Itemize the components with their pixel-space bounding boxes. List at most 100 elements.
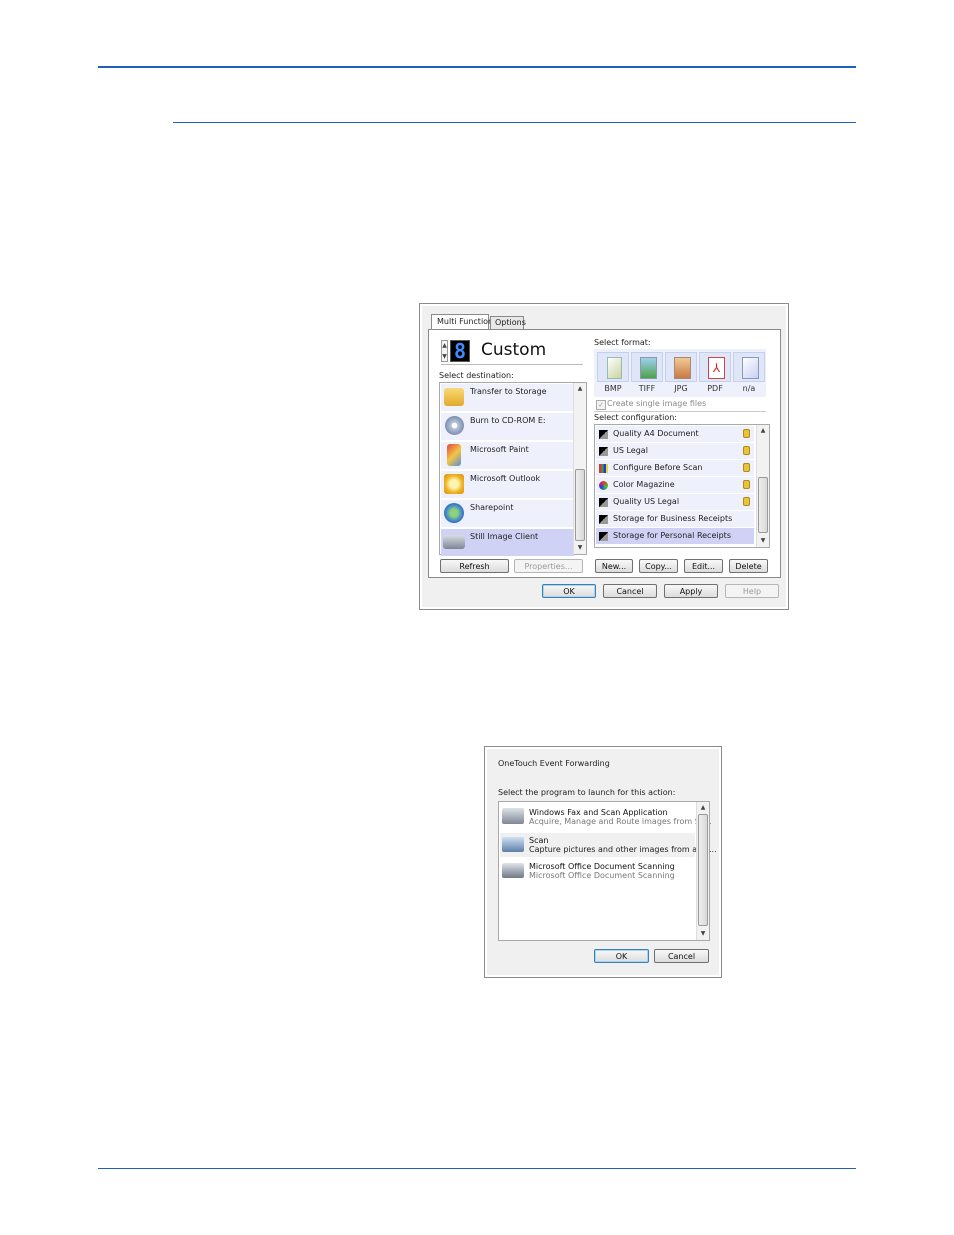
destination-item-selected[interactable]: Still Image Client (441, 529, 574, 557)
header-rule (98, 66, 856, 68)
program-desc: Microsoft Office Document Scanning (529, 871, 675, 880)
destination-label: Sharepoint (470, 503, 514, 512)
bmp-icon (607, 357, 622, 379)
program-item[interactable]: Windows Fax and Scan Application Acquire… (500, 804, 712, 830)
scroll-thumb[interactable] (575, 469, 585, 541)
paint-icon (447, 444, 461, 466)
tab-multi-function[interactable]: Multi Function (431, 314, 493, 329)
delete-button[interactable]: Delete (729, 559, 768, 573)
onetouch-properties-dialog: Multi Function Options ▲ ▼ 8 Custom Sele… (419, 303, 789, 610)
lock-icon (743, 446, 750, 455)
destination-item[interactable]: Burn to CD-ROM E: (441, 413, 574, 441)
new-button[interactable]: New... (595, 559, 633, 573)
tiff-icon (640, 357, 657, 379)
na-icon (742, 357, 759, 379)
office-scanner-icon (502, 863, 524, 878)
select-format-label: Select format: (594, 338, 651, 347)
profile-underline (441, 364, 583, 365)
configuration-item[interactable]: Storage for Business Receipts (596, 511, 754, 528)
scanner-icon (443, 535, 465, 549)
format-jpg-label: JPG (674, 384, 688, 393)
ok-button[interactable]: OK (542, 584, 596, 598)
scroll-down-icon[interactable]: ▼ (697, 930, 709, 938)
scroll-up-icon[interactable]: ▲ (757, 427, 769, 435)
config-color-bars-icon (599, 464, 608, 473)
scroll-down-icon[interactable]: ▼ (574, 544, 586, 552)
ok-button[interactable]: OK (594, 949, 649, 963)
scanner-icon (502, 837, 524, 852)
destination-item[interactable]: Microsoft Paint (441, 442, 574, 470)
format-bmp[interactable] (597, 352, 629, 382)
program-desc: Acquire, Manage and Route images from Sc… (529, 817, 712, 826)
configuration-label: US Legal (613, 446, 648, 455)
apply-button[interactable]: Apply (664, 584, 718, 598)
configuration-item[interactable]: Quality US Legal (596, 494, 754, 511)
config-bw-icon (599, 515, 608, 524)
destination-item[interactable]: Sharepoint (441, 500, 574, 528)
lock-icon (743, 480, 750, 489)
scroll-thumb[interactable] (698, 814, 708, 926)
create-single-label: Create single image files (607, 399, 707, 408)
configuration-label: Quality A4 Document (613, 429, 699, 438)
folder-storage-icon (444, 388, 464, 406)
cancel-button[interactable]: Cancel (654, 949, 709, 963)
configuration-item[interactable]: Configure Before Scan (596, 460, 754, 477)
create-single-checkbox[interactable]: ✓ (596, 400, 606, 410)
config-bw-icon (599, 532, 608, 541)
destination-label: Microsoft Paint (470, 445, 529, 454)
led-digit-icon: 8 (450, 340, 470, 362)
program-prompt: Select the program to launch for this ac… (498, 788, 676, 797)
configuration-label: Configure Before Scan (613, 463, 703, 472)
program-item[interactable]: Microsoft Office Document Scanning Micro… (500, 859, 695, 883)
destination-item[interactable]: Microsoft Outlook (441, 471, 574, 499)
configuration-label: Storage for Business Receipts (613, 514, 733, 523)
jpg-icon (674, 357, 691, 379)
destination-label: Still Image Client (470, 532, 539, 541)
configuration-label: Storage for Personal Receipts (613, 531, 731, 540)
destination-label: Microsoft Outlook (470, 474, 541, 483)
configuration-label: Color Magazine (613, 480, 675, 489)
pdf-icon: ⅄ (708, 357, 725, 379)
destination-item[interactable]: Transfer to Storage (441, 384, 574, 412)
config-bw-icon (599, 447, 608, 456)
tab-body: ▲ ▼ 8 Custom Select destination: Transfe… (428, 329, 781, 578)
spin-down-icon: ▼ (442, 353, 447, 360)
destination-scrollbar[interactable]: ▲ ▼ (573, 383, 586, 554)
scroll-up-icon[interactable]: ▲ (697, 804, 709, 812)
tab-options[interactable]: Options (490, 316, 526, 329)
format-tiff-label: TIFF (638, 384, 656, 393)
properties-button[interactable]: Properties... (514, 559, 583, 573)
scroll-down-icon[interactable]: ▼ (757, 537, 769, 545)
configuration-list[interactable]: Quality A4 Document US Legal Configure B… (594, 424, 770, 548)
cd-burn-icon (445, 416, 464, 435)
edit-button[interactable]: Edit... (684, 559, 723, 573)
destination-list[interactable]: Transfer to Storage Burn to CD-ROM E: Mi… (439, 382, 587, 557)
format-na-label: n/a (742, 384, 756, 393)
footer-rule (98, 1168, 856, 1169)
help-button[interactable]: Help (725, 584, 779, 598)
program-list[interactable]: Windows Fax and Scan Application Acquire… (498, 801, 717, 941)
scroll-up-icon[interactable]: ▲ (574, 385, 586, 393)
scroll-thumb[interactable] (758, 477, 768, 533)
refresh-button[interactable]: Refresh (440, 559, 509, 573)
cancel-button[interactable]: Cancel (603, 584, 657, 598)
format-na[interactable] (733, 352, 765, 382)
config-color-icon (599, 481, 608, 490)
fax-scanner-icon (502, 808, 524, 824)
tab-multi-function-label: Multi Function (437, 317, 494, 326)
configuration-item[interactable]: Quality A4 Document (596, 426, 754, 443)
copy-button[interactable]: Copy... (639, 559, 678, 573)
configuration-item[interactable]: US Legal (596, 443, 754, 460)
configuration-item[interactable]: Color Magazine (596, 477, 754, 494)
profile-spinner[interactable]: ▲ ▼ (441, 340, 448, 362)
config-bw-icon (599, 498, 608, 507)
program-item-selected[interactable]: Scan Capture pictures and other images f… (500, 833, 717, 857)
configuration-item-selected[interactable]: Storage for Personal Receipts (596, 528, 754, 545)
program-scrollbar[interactable]: ▲ ▼ (696, 802, 709, 940)
profile-name: Custom (481, 340, 547, 360)
format-jpg[interactable] (665, 352, 697, 382)
format-divider (594, 411, 766, 412)
format-pdf[interactable]: ⅄ (699, 352, 731, 382)
configuration-scrollbar[interactable]: ▲ ▼ (756, 425, 769, 547)
format-tiff[interactable] (631, 352, 663, 382)
